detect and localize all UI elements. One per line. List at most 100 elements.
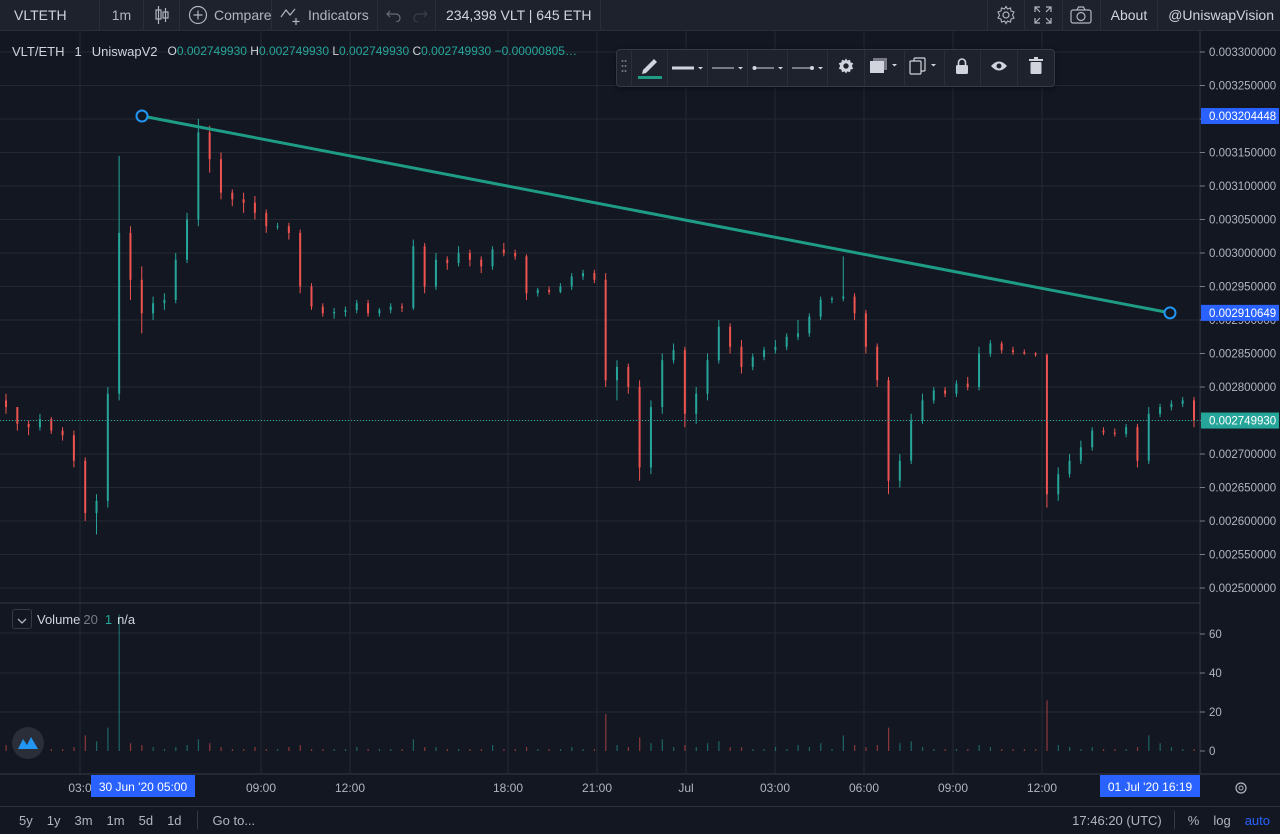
right-end-button[interactable]: [788, 50, 829, 86]
volume-bar: [537, 749, 539, 751]
chart-area[interactable]: 0.0033000000.0032500000.0032000000.00315…: [0, 31, 1280, 801]
compare-button[interactable]: Compare: [180, 0, 272, 31]
volume-bar: [1125, 749, 1127, 751]
liquidity-info: 234,398 VLT | 645 ETH: [436, 0, 601, 31]
fullscreen-button[interactable]: [1025, 0, 1063, 31]
symbol-search[interactable]: VLTETH: [0, 0, 100, 31]
volume-bar: [525, 747, 528, 751]
candle-body: [582, 273, 585, 277]
line-width-button[interactable]: [668, 50, 709, 86]
volume-bar: [752, 749, 754, 751]
candle-body: [1034, 353, 1037, 355]
chart-type-button[interactable]: [144, 0, 180, 31]
price-tick-label: 0.002850000: [1209, 349, 1276, 361]
candle-body: [525, 256, 528, 294]
goto-button[interactable]: Go to...: [206, 807, 263, 834]
volume-bar: [548, 749, 550, 751]
candle-body: [321, 306, 324, 314]
drawing-toolbar: [616, 49, 1055, 87]
legend-high: 0.002749930: [258, 44, 330, 58]
candle-body: [367, 303, 370, 314]
candle-body: [1125, 427, 1128, 434]
volume-bar: [1057, 745, 1059, 751]
chart-canvas[interactable]: 0.0033000000.0032500000.0032000000.00315…: [0, 31, 1280, 801]
volume-bar: [277, 749, 279, 751]
percent-toggle[interactable]: %: [1181, 807, 1207, 834]
volume-bar: [1148, 735, 1150, 751]
candle-body: [389, 306, 392, 310]
legend-close-key: C: [412, 44, 422, 58]
range-button-1y[interactable]: 1y: [40, 807, 68, 834]
volume-bar: [344, 749, 347, 751]
candle-body: [242, 199, 245, 203]
about-link[interactable]: About: [1101, 0, 1159, 31]
drawing-settings-button[interactable]: [828, 50, 865, 86]
delete-button[interactable]: [1018, 50, 1054, 86]
line-color-button[interactable]: [632, 50, 669, 86]
arrange-button[interactable]: [865, 50, 905, 86]
candle-body: [446, 259, 449, 264]
log-toggle[interactable]: log: [1206, 807, 1237, 834]
undo-icon[interactable]: [386, 8, 402, 22]
range-button-1m[interactable]: 1m: [100, 807, 132, 834]
user-link[interactable]: @UniswapVision: [1158, 0, 1280, 31]
left-end-button[interactable]: [748, 50, 789, 86]
eye-icon: [990, 59, 1008, 77]
candles-icon: [154, 6, 169, 24]
bottom-toolbar: 5y 1y 3m 1m 5d 1d Go to... 17:46:20 (UTC) % l…: [0, 806, 1280, 833]
candle-body: [457, 253, 460, 264]
gear-icon: [837, 57, 855, 80]
volume-bar: [197, 739, 200, 751]
lock-button[interactable]: [945, 50, 982, 86]
candle-body: [921, 400, 924, 421]
volume-bar: [175, 747, 177, 751]
volume-bar: [910, 741, 912, 751]
line-style-button[interactable]: [708, 50, 749, 86]
settings-button[interactable]: [986, 0, 1025, 31]
volume-bar: [118, 614, 120, 751]
volume-bar: [933, 749, 935, 751]
volume-bar: [650, 743, 652, 751]
time-start-badge: 30 Jun '20 05:00: [99, 780, 188, 794]
clone-button[interactable]: [905, 50, 945, 86]
volume-bar: [435, 747, 437, 751]
auto-toggle[interactable]: auto: [1238, 807, 1280, 834]
candle-body: [740, 346, 743, 367]
volume-bar: [243, 749, 245, 751]
time-tick-label: 12:00: [1027, 781, 1057, 795]
visibility-button[interactable]: [981, 50, 1018, 86]
price-tick-label: 0.002500000: [1209, 583, 1276, 595]
candle-body: [842, 296, 845, 299]
candle-body: [186, 219, 189, 260]
indicators-button[interactable]: Indicators: [272, 0, 378, 31]
price-tick-label: 0.002950000: [1209, 282, 1276, 294]
volume-bar: [152, 747, 154, 751]
utc-clock[interactable]: 17:46:20 (UTC): [1065, 807, 1174, 834]
volume-bar: [1136, 747, 1139, 751]
redo-icon[interactable]: [412, 8, 428, 22]
range-button-1d[interactable]: 1d: [160, 807, 188, 834]
copy-icon: [909, 56, 939, 80]
candle-body: [955, 383, 958, 394]
divider: [196, 811, 198, 829]
candle-body: [333, 311, 336, 314]
tv-logo[interactable]: [12, 727, 44, 759]
volume-tick-label: 40: [1209, 668, 1222, 680]
volume-bar: [1023, 749, 1025, 751]
collapse-button[interactable]: [12, 609, 32, 629]
candle-body: [152, 303, 155, 314]
volume-bar: [729, 747, 731, 751]
volume-bar: [1182, 749, 1184, 751]
volume-length: 20: [83, 611, 98, 627]
candle-body: [638, 387, 641, 468]
candle-body: [378, 309, 381, 314]
snapshot-button[interactable]: [1063, 0, 1101, 31]
range-button-5d[interactable]: 5d: [132, 807, 160, 834]
drag-handle[interactable]: [617, 50, 633, 86]
interval-button[interactable]: 1m: [100, 0, 144, 31]
line-width-icon: [671, 59, 704, 77]
volume-value-1: 1: [104, 611, 113, 627]
candle-body: [683, 350, 686, 414]
range-button-3m[interactable]: 3m: [67, 807, 99, 834]
range-button-5y[interactable]: 5y: [12, 807, 40, 834]
